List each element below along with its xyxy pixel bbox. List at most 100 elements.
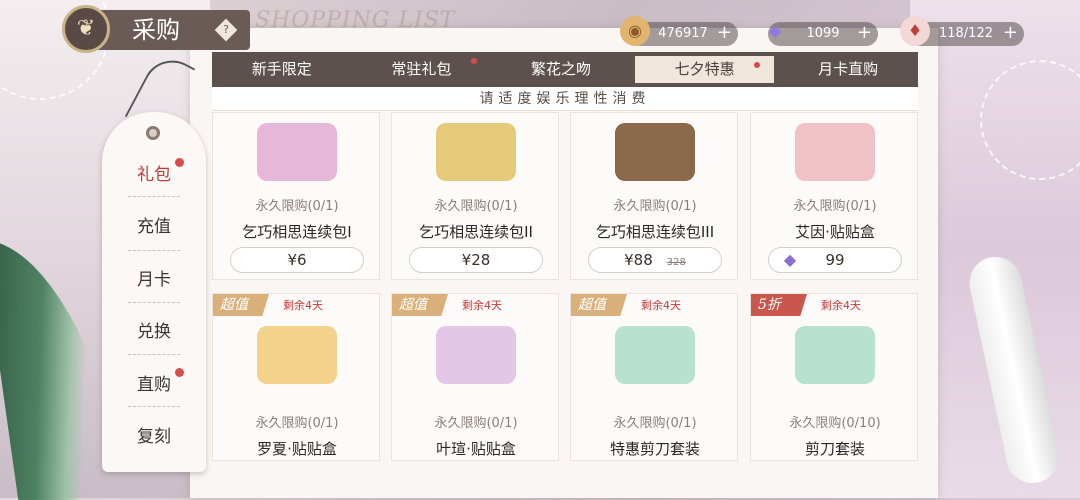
product-card[interactable]: 永久限购(0/1) 乞巧相思连续包II ¥28 — [391, 112, 559, 280]
sidebar-item-monthly[interactable]: 月卡 — [102, 265, 206, 290]
product-card[interactable]: 5折 剩余4天 永久限购(0/10) 剪刀套装 — [750, 293, 918, 461]
purchase-limit: 永久限购(0/1) — [793, 199, 877, 214]
tab-label: 新手限定 — [251, 60, 312, 78]
product-name: 叶瑄·贴贴盒 — [436, 440, 516, 458]
resource-value: 1099 — [806, 26, 840, 41]
sidebar-item-gift[interactable]: 礼包 — [102, 158, 206, 185]
notification-dot — [175, 158, 184, 167]
sticker-box-icon — [436, 326, 516, 384]
purchase-limit: 永久限购(0/1) — [613, 199, 697, 214]
sidebar-label: 充值 — [137, 217, 171, 237]
page-title-text: 采购 — [132, 16, 180, 44]
remaining-days: 剩余4天 — [462, 299, 502, 312]
divider — [128, 354, 180, 355]
tab-bar: 新手限定 常驻礼包 繁花之吻 七夕特惠 月卡直购 — [212, 52, 918, 87]
value-badge: 超值 — [571, 294, 627, 316]
price-value: ¥88 — [624, 251, 653, 269]
diamond-icon: ◆ — [783, 250, 797, 269]
purchase-limit: 永久限购(0/1) — [434, 199, 518, 214]
notification-dot — [471, 58, 478, 64]
remaining-days: 剩余4天 — [283, 299, 323, 312]
add-cookie-button[interactable]: + — [717, 22, 732, 44]
tab-regular-pack[interactable]: 常驻礼包 — [352, 52, 492, 87]
purchase-limit: 永久限购(0/1) — [255, 199, 339, 214]
gift-box-icon — [257, 123, 337, 181]
sidebar-item-exchange[interactable]: 兑换 — [102, 317, 206, 342]
tab-label: 月卡直购 — [818, 60, 879, 78]
cookie-icon: ◉ — [620, 16, 650, 46]
price-button[interactable]: ¥28 — [409, 247, 543, 273]
tab-newbie[interactable]: 新手限定 — [212, 52, 352, 87]
value-badge: 超值 — [392, 294, 448, 316]
resource-cake: ♦ 118/122 + — [900, 16, 1024, 46]
cake-icon: ♦ — [900, 16, 930, 46]
product-name: 特惠剪刀套装 — [609, 440, 700, 458]
tab-monthly-card[interactable]: 月卡直购 — [778, 52, 918, 87]
add-diamond-button[interactable]: + — [857, 22, 872, 44]
purchase-limit: 永久限购(0/1) — [613, 416, 697, 431]
divider — [128, 196, 180, 197]
price-value: ¥28 — [461, 251, 491, 269]
discount-badge: 5折 — [751, 294, 807, 316]
sticker-box-icon — [795, 123, 875, 181]
product-card[interactable]: 超值 剩余4天 永久限购(0/1) 罗夏·贴贴盒 — [212, 293, 380, 461]
product-card[interactable]: 超值 剩余4天 永久限购(0/1) 特惠剪刀套装 — [570, 293, 738, 461]
original-price: 328 — [666, 257, 686, 268]
sidebar-tag: 礼包 充值 月卡 兑换 直购 复刻 — [102, 112, 206, 472]
product-name: 乞巧相思连续包I — [242, 223, 352, 241]
scissors-icon — [795, 326, 875, 384]
divider — [128, 250, 180, 251]
resource-diamond: ◆ 1099 + — [768, 21, 878, 46]
product-card[interactable]: 永久限购(0/1) 乞巧相思连续包I ¥6 — [212, 112, 380, 280]
notification-dot — [754, 62, 761, 68]
product-name: 乞巧相思连续包III — [595, 223, 715, 241]
product-name: 艾因·贴贴盒 — [795, 223, 875, 241]
tab-label: 七夕特惠 — [674, 60, 735, 78]
sidebar-label: 礼包 — [137, 165, 171, 185]
tab-label: 繁花之吻 — [530, 60, 591, 78]
diamond-icon: ◆ — [768, 21, 782, 40]
sidebar-label: 月卡 — [137, 270, 171, 290]
resource-value: 476917 — [658, 26, 708, 41]
sidebar-item-recharge[interactable]: 充值 — [102, 212, 206, 237]
product-card[interactable]: 永久限购(0/1) 乞巧相思连续包III ¥88 328 — [570, 112, 738, 280]
price-button[interactable]: ◆ 99 — [768, 247, 902, 273]
tab-qixi-sale[interactable]: 七夕特惠 — [634, 56, 775, 83]
purchase-limit: 永久限购(0/10) — [789, 416, 881, 431]
divider — [128, 302, 180, 303]
value-badge: 超值 — [213, 294, 269, 316]
sidebar-label: 兑换 — [137, 322, 171, 342]
sidebar-item-reprint[interactable]: 复刻 — [102, 422, 206, 447]
scissors-icon — [615, 326, 695, 384]
product-name: 剪刀套装 — [804, 440, 865, 458]
remaining-days: 剩余4天 — [821, 299, 861, 312]
add-stamina-button[interactable]: + — [1003, 22, 1018, 44]
purchase-limit: 永久限购(0/1) — [434, 416, 518, 431]
resource-value: 118/122 — [938, 26, 993, 41]
notification-dot — [175, 368, 184, 377]
help-icon: ? — [223, 23, 229, 36]
price-button[interactable]: ¥88 328 — [588, 247, 722, 273]
tab-flower-kiss[interactable]: 繁花之吻 — [491, 52, 631, 87]
resource-cookie: ◉ 476917 + — [620, 16, 738, 46]
sidebar-item-direct-buy[interactable]: 直购 — [102, 368, 206, 395]
product-card[interactable]: 永久限购(0/1) 艾因·贴贴盒 ◆ 99 — [750, 112, 918, 280]
price-button[interactable]: ¥6 — [230, 247, 364, 273]
purchase-limit: 永久限购(0/1) — [255, 416, 339, 431]
sticker-box-icon — [257, 326, 337, 384]
gift-box-icon — [615, 123, 695, 181]
tab-label: 常驻礼包 — [391, 60, 452, 78]
product-card[interactable]: 超值 剩余4天 永久限购(0/1) 叶瑄·贴贴盒 — [391, 293, 559, 461]
tag-hole — [146, 126, 160, 140]
shopping-list-title: SHOPPING LIST — [255, 8, 456, 33]
divider — [128, 406, 180, 407]
help-button[interactable]: ? — [214, 18, 238, 42]
gift-box-icon — [436, 123, 516, 181]
product-name: 乞巧相思连续包II — [419, 223, 533, 241]
notice-banner: 请适度娱乐理性消费 — [212, 87, 918, 111]
price-value: ¥6 — [287, 251, 307, 269]
sidebar-label: 直购 — [137, 375, 171, 395]
price-value: 99 — [825, 251, 845, 269]
sidebar-label: 复刻 — [137, 427, 171, 447]
product-name: 罗夏·贴贴盒 — [257, 440, 337, 458]
